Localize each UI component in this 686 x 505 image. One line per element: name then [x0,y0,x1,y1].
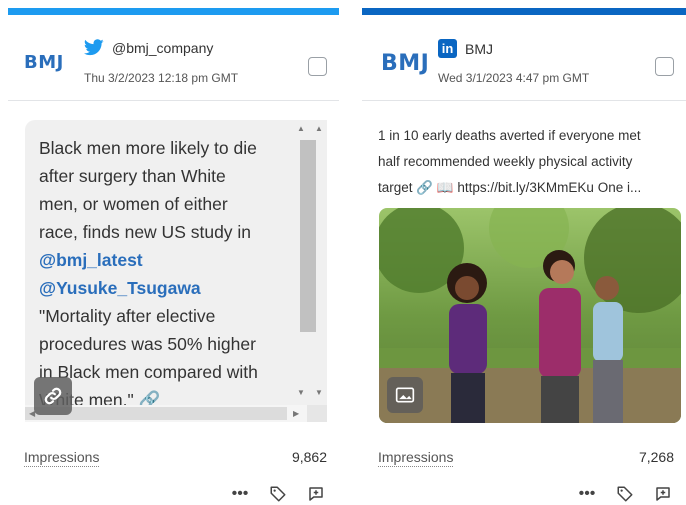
impressions-metric: Impressions 9,862 [24,449,327,467]
scroll-down-arrow[interactable]: ▼ [315,388,323,397]
account-line: @bmj_company [84,39,213,56]
text-line: in Black men compared with [39,362,258,382]
linkedin-icon: in [438,39,457,58]
text-line: procedures was 50% higher [39,334,256,354]
metric-label[interactable]: Impressions [378,449,454,467]
more-icon[interactable]: ••• [576,484,598,504]
account-name: BMJ [465,40,493,57]
bmj-logo: BMJ [381,51,430,76]
post-card-twitter[interactable]: BMJ @bmj_company Thu 3/2/2023 12:18 pm G… [8,8,339,505]
post-header: BMJ in BMJ Wed 3/1/2023 4:47 pm GMT [362,15,686,101]
post-image[interactable] [379,208,681,423]
post-header: BMJ @bmj_company Thu 3/2/2023 12:18 pm G… [8,15,339,101]
vertical-scrollbar[interactable]: ▲ ▲ ▼ ▼ [291,120,327,405]
runners-photo [379,208,681,423]
text-line: Black men more likely to die [39,138,257,158]
metric-value: 7,268 [638,449,674,465]
metric-label[interactable]: Impressions [24,449,100,467]
account-name: @bmj_company [112,39,214,56]
account-line: in BMJ [438,39,493,58]
post-date: Thu 3/2/2023 12:18 pm GMT [84,71,239,85]
link-icon [34,377,72,415]
tag-icon[interactable] [614,484,636,504]
scroll-down-arrow[interactable]: ▼ [297,388,305,397]
more-icon[interactable]: ••• [229,484,251,504]
scroll-up-arrow[interactable]: ▲ [315,124,323,133]
text-line: half recommended weekly physical activit… [378,154,633,169]
post-text: 1 in 10 early deaths averted if everyone… [378,123,683,201]
scrollbar-corner [307,405,327,422]
metric-value: 9,862 [291,449,327,465]
select-checkbox[interactable] [308,57,327,76]
twitter-icon [84,39,104,56]
text-line: target 🔗 📖 https://bit.ly/3KMmEKu One i.… [378,180,642,195]
bmj-logo: BMJ [24,52,64,73]
network-color-bar [362,8,686,15]
card-actions: ••• [229,484,327,504]
post-date: Wed 3/1/2023 4:47 pm GMT [438,71,590,85]
reply-icon[interactable] [305,484,327,504]
post-text: Black men more likely to die after surge… [39,134,284,414]
card-actions: ••• [576,484,674,504]
tag-icon[interactable] [267,484,289,504]
text-line: men, or women of either [39,194,228,214]
network-color-bar [8,8,339,15]
text-line: after surgery than White [39,166,226,186]
scroll-right-arrow[interactable]: ▶ [293,409,299,418]
select-checkbox[interactable] [655,57,674,76]
text-line: race, finds new US study in [39,222,252,242]
reply-icon[interactable] [652,484,674,504]
scrollbar-thumb[interactable] [300,140,316,332]
text-line: "Mortality after elective [39,306,216,326]
image-icon [387,377,423,413]
text-line: 1 in 10 early deaths averted if everyone… [378,128,641,143]
impressions-metric: Impressions 7,268 [378,449,674,467]
mention-link[interactable]: @Yusuke_Tsugawa [39,274,284,302]
post-card-linkedin[interactable]: BMJ in BMJ Wed 3/1/2023 4:47 pm GMT 1 in… [362,8,686,505]
scroll-up-arrow[interactable]: ▲ [297,124,305,133]
post-text-scrollbox[interactable]: Black men more likely to die after surge… [25,120,327,422]
mention-link[interactable]: @bmj_latest [39,246,284,274]
